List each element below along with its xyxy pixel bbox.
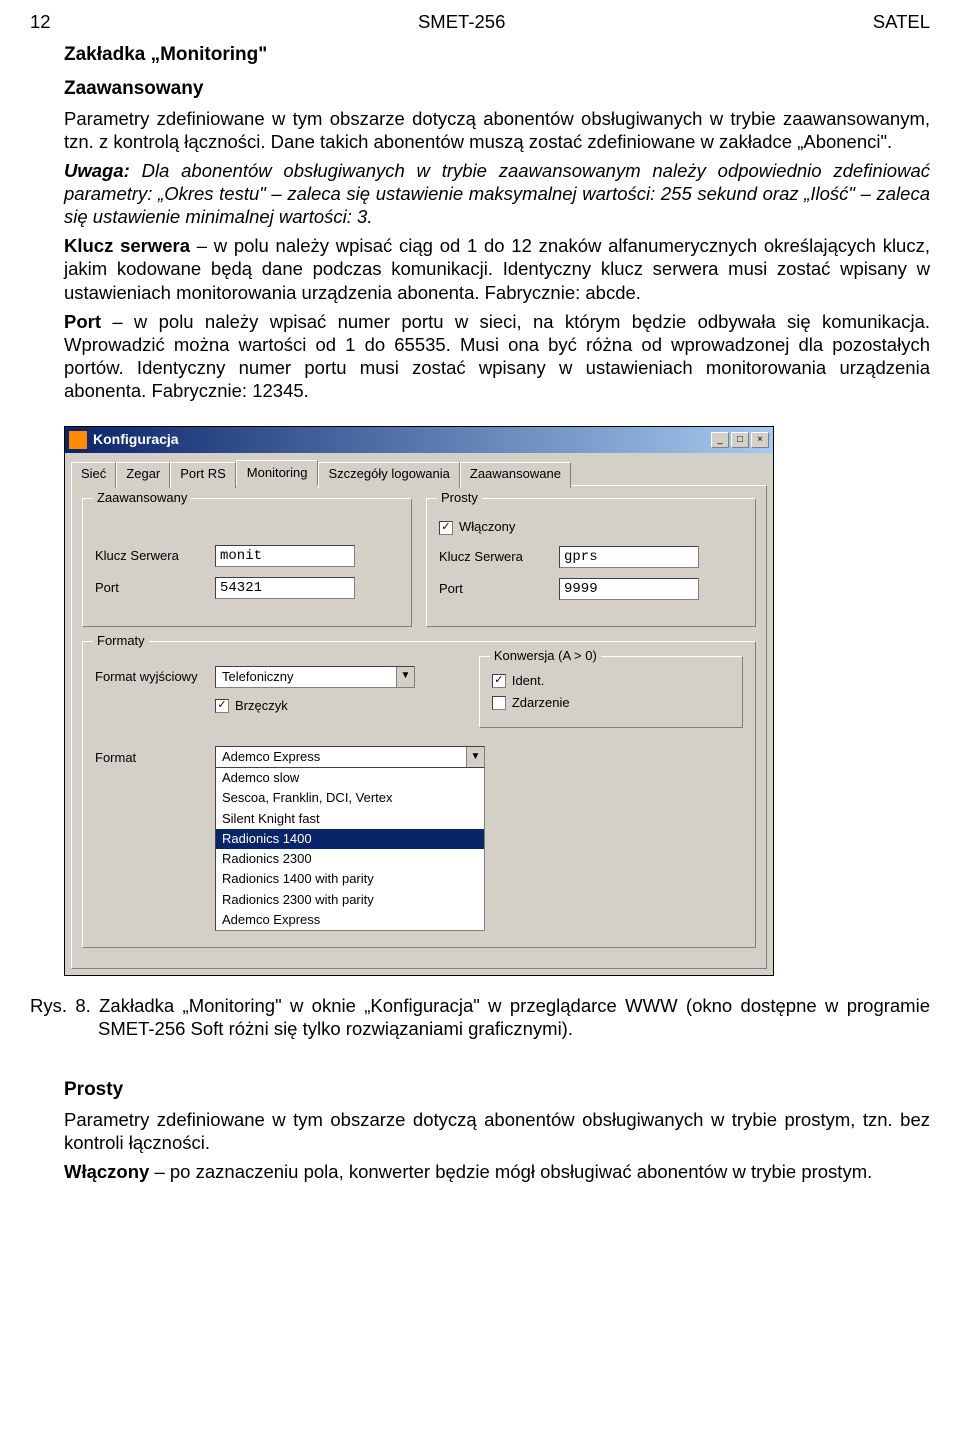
chevron-down-icon: ▼ bbox=[466, 747, 484, 767]
select-format[interactable]: Ademco Express ▼ bbox=[215, 746, 485, 768]
checkbox-zdarzenie[interactable] bbox=[492, 696, 506, 710]
paragraph: Parametry zdefiniowane w tym obszarze do… bbox=[64, 107, 930, 153]
label-port-simple: Port bbox=[439, 581, 559, 597]
checkbox-brzeczyk[interactable]: ✓ bbox=[215, 699, 229, 713]
format-option[interactable]: Sescoa, Franklin, DCI, Vertex bbox=[216, 788, 484, 808]
term-klucz: Klucz serwera bbox=[64, 235, 190, 256]
label-ident: Ident. bbox=[512, 673, 545, 689]
page-title-center: SMET-256 bbox=[418, 10, 505, 33]
label-zdarzenie: Zdarzenie bbox=[512, 695, 570, 711]
legend-prosty: Prosty bbox=[437, 490, 482, 506]
config-window: Konfiguracja _ □ × Sieć Zegar Port RS Mo… bbox=[64, 426, 774, 976]
term-port-desc: – w polu należy wpisać numer portu w sie… bbox=[64, 311, 930, 401]
paragraph-wlaczony: Włączony – po zaznaczeniu pola, konwerte… bbox=[64, 1160, 930, 1183]
term-port: Port bbox=[64, 311, 101, 332]
tab-zaawansowane[interactable]: Zaawansowane bbox=[460, 462, 571, 488]
group-prosty: Prosty ✓ Włączony Klucz Serwera Port bbox=[426, 498, 756, 626]
titlebar: Konfiguracja _ □ × bbox=[65, 427, 773, 453]
format-option[interactable]: Ademco Express bbox=[216, 910, 484, 930]
tab-szczegoly[interactable]: Szczegóły logowania bbox=[318, 462, 459, 488]
group-formaty: Formaty Format wyjściowy Telefoniczny ▼ … bbox=[82, 641, 756, 949]
label-format: Format bbox=[95, 746, 215, 766]
page-number: 12 bbox=[30, 10, 51, 33]
select-format-value: Ademco Express bbox=[216, 747, 466, 767]
input-klucz-adv[interactable] bbox=[215, 545, 355, 567]
format-option[interactable]: Radionics 1400 bbox=[216, 829, 484, 849]
label-brzeczyk: Brzęczyk bbox=[235, 698, 288, 714]
format-listbox[interactable]: Ademco slowSescoa, Franklin, DCI, Vertex… bbox=[215, 767, 485, 931]
format-option[interactable]: Ademco slow bbox=[216, 768, 484, 788]
format-option[interactable]: Radionics 2300 bbox=[216, 849, 484, 869]
select-formatw-value: Telefoniczny bbox=[216, 667, 396, 687]
input-klucz-simple[interactable] bbox=[559, 546, 699, 568]
minimize-button[interactable]: _ bbox=[711, 432, 729, 448]
note-paragraph: Uwaga: Dla abonentów obsługiwanych w try… bbox=[64, 159, 930, 228]
label-formatw: Format wyjściowy bbox=[95, 669, 215, 685]
chevron-down-icon: ▼ bbox=[396, 667, 414, 687]
format-option[interactable]: Radionics 2300 with parity bbox=[216, 890, 484, 910]
tab-panel-monitoring: Zaawansowany Klucz Serwera Port Prosty ✓… bbox=[71, 485, 767, 969]
close-button[interactable]: × bbox=[751, 432, 769, 448]
checkbox-wlaczony[interactable]: ✓ bbox=[439, 521, 453, 535]
tabstrip: Sieć Zegar Port RS Monitoring Szczegóły … bbox=[65, 453, 773, 485]
group-zaawansowany: Zaawansowany Klucz Serwera Port bbox=[82, 498, 412, 626]
note-label: Uwaga: bbox=[64, 160, 130, 181]
select-formatw[interactable]: Telefoniczny ▼ bbox=[215, 666, 415, 688]
tab-portrs[interactable]: Port RS bbox=[170, 462, 236, 488]
subheading-prosty: Prosty bbox=[64, 1078, 930, 1102]
legend-formaty: Formaty bbox=[93, 633, 149, 649]
label-port-adv: Port bbox=[95, 580, 215, 596]
window-title: Konfiguracja bbox=[93, 431, 711, 449]
paragraph-prosty: Parametry zdefiniowane w tym obszarze do… bbox=[64, 1108, 930, 1154]
note-text: Dla abonentów obsługiwanych w trybie zaa… bbox=[64, 160, 930, 227]
term-klucz-desc: – w polu należy wpisać ciąg od 1 do 12 z… bbox=[64, 235, 930, 302]
label-klucz-simple: Klucz Serwera bbox=[439, 549, 559, 565]
input-port-adv[interactable] bbox=[215, 577, 355, 599]
input-port-simple[interactable] bbox=[559, 578, 699, 600]
maximize-button[interactable]: □ bbox=[731, 432, 749, 448]
group-konwersja: Konwersja (A > 0) ✓ Ident. Zdarzenie bbox=[479, 656, 743, 729]
label-klucz-adv: Klucz Serwera bbox=[95, 548, 215, 564]
legend-konwersja: Konwersja (A > 0) bbox=[490, 648, 601, 664]
tab-monitoring[interactable]: Monitoring bbox=[236, 460, 319, 486]
section-heading: Zakładka „Monitoring" bbox=[64, 43, 930, 67]
label-wlaczony: Włączony bbox=[459, 519, 515, 535]
term-wlaczony-desc: – po zaznaczeniu pola, konwerter będzie … bbox=[149, 1161, 872, 1182]
format-option[interactable]: Silent Knight fast bbox=[216, 809, 484, 829]
page-brand: SATEL bbox=[873, 10, 930, 33]
figure-caption: Rys. 8. Zakładka „Monitoring" w oknie „K… bbox=[30, 994, 930, 1040]
term-wlaczony: Włączony bbox=[64, 1161, 149, 1182]
checkbox-ident[interactable]: ✓ bbox=[492, 674, 506, 688]
subheading-zaawansowany: Zaawansowany bbox=[64, 77, 930, 101]
app-icon bbox=[69, 431, 87, 449]
format-option[interactable]: Radionics 1400 with parity bbox=[216, 869, 484, 889]
tab-zegar[interactable]: Zegar bbox=[116, 462, 170, 488]
tab-siec[interactable]: Sieć bbox=[71, 462, 116, 488]
paragraph-klucz: Klucz serwera – w polu należy wpisać cią… bbox=[64, 234, 930, 303]
paragraph-port: Port – w polu należy wpisać numer portu … bbox=[64, 310, 930, 403]
legend-zaawansowany: Zaawansowany bbox=[93, 490, 191, 506]
